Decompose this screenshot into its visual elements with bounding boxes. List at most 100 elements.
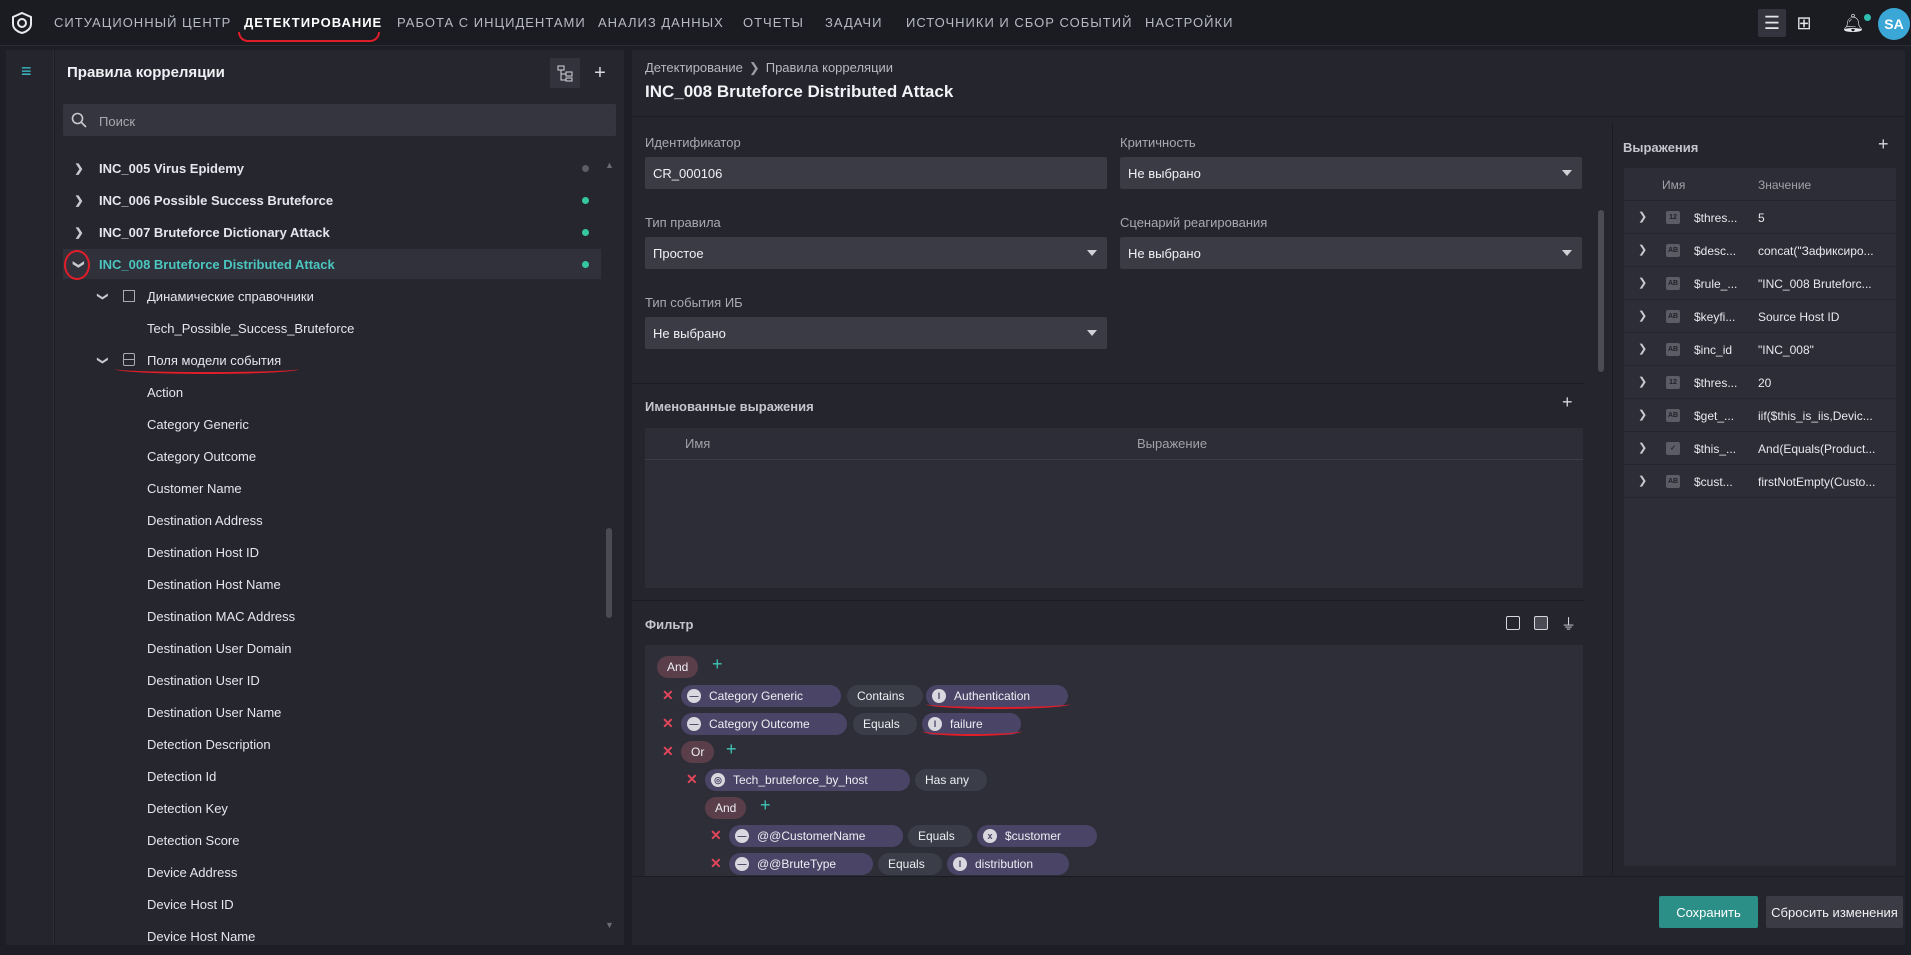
- menu-icon[interactable]: ≡: [21, 62, 39, 80]
- save-button[interactable]: Сохранить: [1659, 896, 1758, 928]
- reset-button[interactable]: Сбросить изменения: [1766, 896, 1903, 928]
- tree-item[interactable]: ❯ Динамические справочники: [63, 281, 601, 311]
- bell-icon[interactable]: 🔔︎: [1839, 9, 1867, 37]
- condition-field-chip[interactable]: — @@CustomerName: [729, 825, 903, 847]
- nav-data-analysis[interactable]: АНАЛИЗ ДАННЫХ: [598, 15, 724, 30]
- chevron-right-icon[interactable]: ❯: [1638, 441, 1647, 454]
- add-condition-button[interactable]: +: [712, 654, 723, 675]
- tree-item[interactable]: Tech_Possible_Success_Bruteforce: [63, 313, 601, 343]
- chevron-right-icon[interactable]: ❯: [73, 194, 85, 207]
- add-condition-button[interactable]: +: [760, 795, 771, 816]
- condition-field-chip[interactable]: ◎ Tech_bruteforce_by_host: [705, 769, 910, 791]
- id-field[interactable]: CR_000106: [645, 157, 1107, 189]
- expression-row[interactable]: ❯ AB $rule_... "INC_008 Bruteforc...: [1624, 267, 1896, 300]
- expression-row[interactable]: ❯ 12 $thres... 20: [1624, 366, 1896, 399]
- operator-chip[interactable]: Equals: [878, 853, 942, 875]
- tree-field-item[interactable]: Destination Host Name: [63, 569, 601, 599]
- condition-field-chip[interactable]: — Category Generic: [681, 685, 841, 707]
- tree-field-item[interactable]: Category Generic: [63, 409, 601, 439]
- expression-row[interactable]: ❯ AB $cust... firstNotEmpty(Custo...: [1624, 465, 1896, 498]
- expression-row[interactable]: ❯ ✓ $this_... And(Equals(Product...: [1624, 432, 1896, 465]
- chevron-right-icon[interactable]: ❯: [73, 162, 85, 175]
- nav-reports[interactable]: ОТЧЕТЫ: [743, 15, 804, 30]
- column-header-name[interactable]: Имя: [685, 436, 710, 451]
- operator-chip[interactable]: Has any: [915, 769, 987, 791]
- list-view-icon[interactable]: ☰: [1758, 9, 1786, 37]
- logic-and-chip[interactable]: And: [705, 797, 747, 819]
- tree-field-item[interactable]: Device Host ID: [63, 889, 601, 919]
- nav-event-sources[interactable]: ИСТОЧНИКИ И СБОР СОБЫТИЙ: [906, 15, 1132, 30]
- nav-incidents[interactable]: РАБОТА С ИНЦИДЕНТАМИ: [397, 15, 586, 30]
- scroll-down-icon[interactable]: ▼: [605, 920, 614, 930]
- operator-chip[interactable]: Contains: [847, 685, 923, 707]
- tree-item-selected[interactable]: ❯ INC_008 Bruteforce Distributed Attack: [63, 249, 601, 279]
- tree-item[interactable]: ❯ INC_006 Possible Success Bruteforce: [63, 185, 601, 215]
- tree-structure-icon[interactable]: [550, 58, 580, 88]
- chevron-right-icon[interactable]: ❯: [1638, 276, 1647, 289]
- tree-scrollbar[interactable]: [606, 528, 612, 618]
- tree-field-item[interactable]: Destination Address: [63, 505, 601, 535]
- chevron-right-icon[interactable]: ❯: [1638, 243, 1647, 256]
- clear-filter-icon[interactable]: ⏚: [1561, 613, 1576, 634]
- logic-and-chip[interactable]: And: [657, 656, 699, 678]
- nav-situational-center[interactable]: СИТУАЦИОННЫЙ ЦЕНТР: [54, 15, 231, 30]
- chevron-down-icon[interactable]: ❯: [97, 290, 110, 302]
- tree-field-item[interactable]: Customer Name: [63, 473, 601, 503]
- nav-tasks[interactable]: ЗАДАЧИ: [825, 15, 882, 30]
- breadcrumb-link[interactable]: Детектирование: [645, 60, 743, 75]
- tree-field-item[interactable]: Destination User Domain: [63, 633, 601, 663]
- chevron-right-icon[interactable]: ❯: [1638, 474, 1647, 487]
- tree-field-item[interactable]: Destination Host ID: [63, 537, 601, 567]
- add-expression-button[interactable]: +: [1878, 134, 1889, 155]
- remove-condition-icon[interactable]: ✕: [710, 827, 722, 844]
- value-chip[interactable]: x $customer: [977, 825, 1097, 847]
- search-input[interactable]: [99, 112, 599, 130]
- value-chip[interactable]: Idistribution: [947, 853, 1069, 875]
- criticality-select[interactable]: Не выбрано: [1120, 157, 1582, 189]
- tree-field-item[interactable]: Destination User Name: [63, 697, 601, 727]
- logic-or-chip[interactable]: Or: [681, 741, 715, 763]
- expression-row[interactable]: ❯ AB $inc_id "INC_008": [1624, 333, 1896, 366]
- copy-icon[interactable]: [1506, 616, 1520, 630]
- app-logo-icon[interactable]: [10, 11, 34, 35]
- tree-field-item[interactable]: Destination User ID: [63, 665, 601, 695]
- remove-condition-icon[interactable]: ✕: [710, 855, 722, 872]
- add-condition-button[interactable]: +: [726, 739, 737, 760]
- form-scrollbar[interactable]: [1598, 210, 1604, 372]
- nav-settings[interactable]: НАСТРОЙКИ: [1145, 15, 1233, 30]
- chevron-right-icon[interactable]: ❯: [73, 226, 85, 239]
- chevron-right-icon[interactable]: ❯: [1638, 210, 1647, 223]
- tree-item[interactable]: ❯ INC_007 Bruteforce Dictionary Attack: [63, 217, 601, 247]
- expression-row[interactable]: ❯ AB $desc... concat("Зафиксиро...: [1624, 234, 1896, 267]
- expression-row[interactable]: ❯ AB $get_... iif($this_is_iis,Devic...: [1624, 399, 1896, 432]
- chevron-right-icon[interactable]: ❯: [1638, 309, 1647, 322]
- grid-view-icon[interactable]: ⊞: [1790, 9, 1818, 37]
- nav-detection[interactable]: ДЕТЕКТИРОВАНИЕ: [244, 15, 382, 30]
- remove-condition-icon[interactable]: ✕: [662, 715, 674, 732]
- avatar[interactable]: SA: [1878, 8, 1910, 40]
- paste-icon[interactable]: [1534, 616, 1548, 630]
- scenario-select[interactable]: Не выбрано: [1120, 237, 1582, 269]
- tree-item[interactable]: ❯ INC_005 Virus Epidemy: [63, 153, 601, 183]
- tree-field-item[interactable]: Detection Id: [63, 761, 601, 791]
- chevron-down-icon[interactable]: ❯: [97, 354, 110, 366]
- expression-row[interactable]: ❯ AB $keyfi... Source Host ID: [1624, 300, 1896, 333]
- condition-field-chip[interactable]: — Category Outcome: [681, 713, 847, 735]
- tree-field-item[interactable]: Device Host Name: [63, 921, 601, 951]
- rule-type-select[interactable]: Простое: [645, 237, 1107, 269]
- column-header-expression[interactable]: Выражение: [1137, 436, 1207, 451]
- condition-field-chip[interactable]: — @@BruteType: [729, 853, 873, 875]
- operator-chip[interactable]: Equals: [853, 713, 917, 735]
- chevron-right-icon[interactable]: ❯: [1638, 342, 1647, 355]
- search-box[interactable]: [63, 104, 616, 136]
- event-type-select[interactable]: Не выбрано: [645, 317, 1107, 349]
- breadcrumb-current[interactable]: Правила корреляции: [766, 60, 893, 75]
- operator-chip[interactable]: Equals: [908, 825, 972, 847]
- tree-field-item[interactable]: Destination MAC Address: [63, 601, 601, 631]
- column-header-value[interactable]: Значение: [1758, 178, 1811, 192]
- remove-condition-icon[interactable]: ✕: [662, 743, 674, 760]
- expression-row[interactable]: ❯ 12 $thres... 5: [1624, 201, 1896, 234]
- tree-field-item[interactable]: Detection Score: [63, 825, 601, 855]
- chevron-right-icon[interactable]: ❯: [1638, 408, 1647, 421]
- add-named-expression-button[interactable]: +: [1562, 392, 1573, 413]
